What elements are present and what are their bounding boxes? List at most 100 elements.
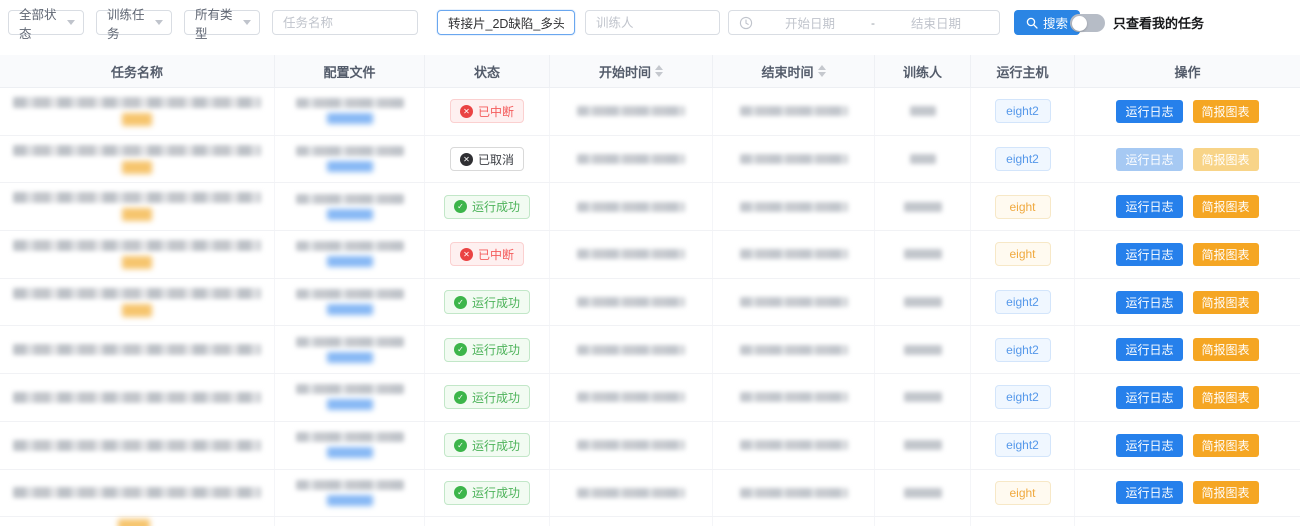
task-tag-redacted bbox=[122, 161, 152, 174]
col-header-status: 状态 bbox=[425, 55, 550, 87]
config-file-redacted bbox=[296, 241, 404, 251]
circle-x-icon: ✕ bbox=[460, 153, 473, 166]
run-log-button[interactable]: 运行日志 bbox=[1116, 481, 1182, 504]
report-chart-button[interactable]: 简报图表 bbox=[1193, 386, 1259, 409]
circle-check-icon: ✓ bbox=[454, 343, 467, 356]
keyword-field bbox=[437, 10, 575, 35]
search-button-label: 搜索 bbox=[1043, 13, 1068, 32]
end-date-placeholder[interactable]: 结束日期 bbox=[883, 13, 989, 32]
date-range-picker[interactable]: 开始日期 - 结束日期 bbox=[728, 10, 1000, 35]
end-time-redacted bbox=[740, 297, 848, 307]
start-time-redacted bbox=[577, 345, 685, 355]
config-file-redacted bbox=[296, 146, 404, 156]
report-chart-button[interactable]: 简报图表 bbox=[1193, 243, 1259, 266]
col-header-end-time[interactable]: 结束时间 bbox=[713, 55, 875, 87]
filter-bar: 全部状态 训练任务 所有类型 开始日期 - 结束日期 bbox=[0, 0, 1300, 55]
run-log-button[interactable]: 运行日志 bbox=[1116, 195, 1182, 218]
start-date-placeholder[interactable]: 开始日期 bbox=[757, 13, 863, 32]
status-badge: ✓运行成功 bbox=[444, 195, 530, 219]
host-badge: eight bbox=[995, 481, 1051, 505]
report-chart-button[interactable]: 简报图表 bbox=[1193, 434, 1259, 457]
report-chart-button[interactable]: 简报图表 bbox=[1193, 100, 1259, 123]
host-badge: eight bbox=[995, 195, 1051, 219]
end-time-redacted bbox=[740, 488, 848, 498]
run-log-button[interactable]: 运行日志 bbox=[1116, 100, 1182, 123]
start-time-redacted bbox=[577, 202, 685, 212]
category-select[interactable]: 所有类型 bbox=[184, 10, 260, 35]
task-name-redacted bbox=[13, 145, 261, 156]
status-badge: ✕已中断 bbox=[450, 99, 524, 123]
start-time-redacted bbox=[577, 440, 685, 450]
table-header: 任务名称 配置文件 状态 开始时间 结束时间 训练人 运行主机 操作 bbox=[0, 55, 1300, 88]
config-link-redacted[interactable] bbox=[327, 113, 373, 124]
keyword-input[interactable] bbox=[438, 11, 574, 34]
config-link-redacted[interactable] bbox=[327, 256, 373, 267]
run-log-button[interactable]: 运行日志 bbox=[1116, 291, 1182, 314]
task-name-field bbox=[272, 10, 418, 35]
trainer-redacted bbox=[904, 488, 942, 498]
trainer-redacted bbox=[904, 345, 942, 355]
table-row: ✓运行成功 eight 运行日志简报图表 bbox=[0, 183, 1300, 231]
start-time-redacted bbox=[577, 154, 685, 164]
report-chart-button[interactable]: 简报图表 bbox=[1193, 481, 1259, 504]
run-log-button[interactable]: 运行日志 bbox=[1116, 386, 1182, 409]
run-log-button: 运行日志 bbox=[1116, 148, 1182, 171]
task-type-value: 训练任务 bbox=[107, 4, 149, 42]
task-name-redacted bbox=[13, 97, 261, 108]
task-tag-redacted bbox=[118, 519, 150, 526]
report-chart-button[interactable]: 简报图表 bbox=[1193, 338, 1259, 361]
task-tag-redacted bbox=[122, 304, 152, 317]
search-icon bbox=[1026, 17, 1038, 29]
sort-carets-icon[interactable] bbox=[818, 65, 826, 77]
config-file-redacted bbox=[296, 384, 404, 394]
run-log-button[interactable]: 运行日志 bbox=[1116, 338, 1182, 361]
task-type-select[interactable]: 训练任务 bbox=[96, 10, 172, 35]
table-body: ✕已中断 eight2 运行日志简报图表 ✕已取消 eight2 运行日志简报图… bbox=[0, 88, 1300, 526]
config-file-redacted bbox=[296, 337, 404, 347]
config-link-redacted[interactable] bbox=[327, 209, 373, 220]
start-time-redacted bbox=[577, 392, 685, 402]
end-time-redacted bbox=[740, 154, 848, 164]
run-log-button[interactable]: 运行日志 bbox=[1116, 243, 1182, 266]
chevron-down-icon bbox=[243, 20, 251, 25]
task-name-redacted bbox=[13, 392, 261, 403]
report-chart-button[interactable]: 简报图表 bbox=[1193, 195, 1259, 218]
start-time-redacted bbox=[577, 249, 685, 259]
status-badge: ✓运行成功 bbox=[444, 290, 530, 314]
config-file-redacted bbox=[296, 480, 404, 490]
trainer-input[interactable] bbox=[586, 11, 719, 34]
config-link-redacted[interactable] bbox=[327, 447, 373, 458]
tasks-table: 任务名称 配置文件 状态 开始时间 结束时间 训练人 运行主机 操作 ✕已中断 bbox=[0, 55, 1300, 526]
host-badge: eight2 bbox=[995, 338, 1051, 362]
task-tag-redacted bbox=[122, 208, 152, 221]
config-link-redacted[interactable] bbox=[327, 495, 373, 506]
report-chart-button[interactable]: 简报图表 bbox=[1193, 291, 1259, 314]
col-header-config-file: 配置文件 bbox=[275, 55, 425, 87]
config-link-redacted[interactable] bbox=[327, 352, 373, 363]
config-link-redacted[interactable] bbox=[327, 304, 373, 315]
task-name-input[interactable] bbox=[273, 11, 417, 34]
circle-x-icon: ✕ bbox=[460, 248, 473, 261]
config-link-redacted[interactable] bbox=[327, 399, 373, 410]
category-value: 所有类型 bbox=[195, 4, 237, 42]
trainer-redacted bbox=[904, 440, 942, 450]
status-filter-select[interactable]: 全部状态 bbox=[8, 10, 84, 35]
status-badge: ✓运行成功 bbox=[444, 481, 530, 505]
my-tasks-toggle[interactable] bbox=[1070, 14, 1105, 32]
status-badge: ✓运行成功 bbox=[444, 338, 530, 362]
config-file-redacted bbox=[296, 289, 404, 299]
circle-check-icon: ✓ bbox=[454, 200, 467, 213]
col-header-start-time[interactable]: 开始时间 bbox=[550, 55, 713, 87]
task-management-page: 全部状态 训练任务 所有类型 开始日期 - 结束日期 bbox=[0, 0, 1300, 526]
host-badge: eight2 bbox=[995, 290, 1051, 314]
table-row: ✕已中断 eight 运行日志简报图表 bbox=[0, 231, 1300, 279]
task-name-redacted bbox=[13, 487, 261, 498]
clock-icon bbox=[739, 16, 753, 30]
run-log-button[interactable]: 运行日志 bbox=[1116, 434, 1182, 457]
col-header-host: 运行主机 bbox=[971, 55, 1075, 87]
table-row: ✓运行成功 eight2 运行日志简报图表 bbox=[0, 374, 1300, 422]
host-badge: eight2 bbox=[995, 147, 1051, 171]
config-link-redacted[interactable] bbox=[327, 161, 373, 172]
sort-carets-icon[interactable] bbox=[655, 65, 663, 77]
date-range-separator: - bbox=[863, 16, 883, 30]
